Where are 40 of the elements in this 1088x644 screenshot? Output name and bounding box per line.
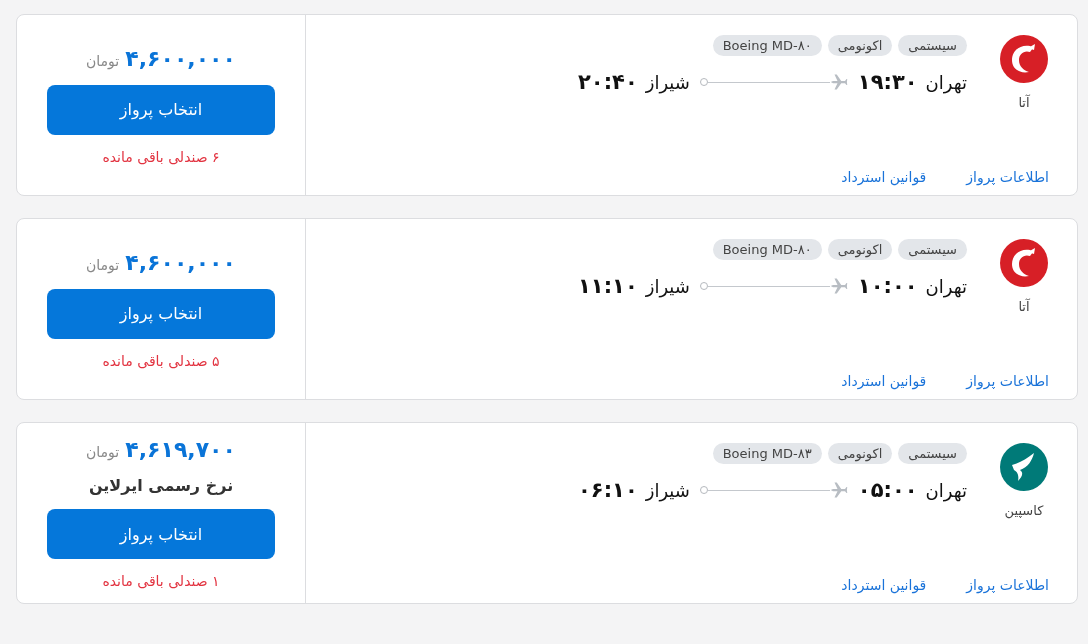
link[interactable]: قوانین استرداد <box>841 169 927 185</box>
link[interactable]: قوانین استرداد <box>841 577 927 593</box>
departure: تهران ۰۵:۰۰ <box>857 478 967 502</box>
seats-left: ۱ صندلی باقی مانده <box>102 573 220 589</box>
seats-left: ۵ صندلی باقی مانده <box>102 352 220 369</box>
link[interactable]: اطلاعات پرواز <box>966 373 1049 389</box>
select-flight-button[interactable]: انتخاب پرواز <box>47 84 275 135</box>
arrival: شیراز ۰۶:۱۰ <box>578 478 690 502</box>
link[interactable]: اطلاعات پرواز <box>966 169 1049 185</box>
tag: Boeing MD-۸۰ <box>712 35 822 56</box>
price: ۴,۶۱۹,۷۰۰ <box>125 437 236 462</box>
arrival: شیراز ۲۰:۴۰ <box>578 70 690 94</box>
departure: تهران ۱۹:۳۰ <box>857 70 967 94</box>
tag: سیستمی <box>898 35 967 56</box>
tag: اکونومی <box>827 35 893 56</box>
tag: اکونومی <box>827 443 893 464</box>
tag: Boeing MD-۸۳ <box>712 443 822 464</box>
select-flight-button[interactable]: انتخاب پرواز <box>47 509 275 559</box>
currency: تومان <box>86 444 120 460</box>
link[interactable]: قوانین استرداد <box>841 373 927 389</box>
airline-name: کاسپین <box>1004 503 1044 518</box>
seats-left: ۶ صندلی باقی مانده <box>102 148 220 165</box>
airplane-icon <box>829 481 848 499</box>
price: ۴,۶۰۰,۰۰۰ <box>125 45 236 71</box>
link[interactable]: اطلاعات پرواز <box>966 577 1049 593</box>
tag: سیستمی <box>898 443 967 464</box>
tag: سیستمی <box>898 239 967 260</box>
airline-name: آتا <box>1018 95 1030 110</box>
price: ۴,۶۰۰,۰۰۰ <box>125 249 236 275</box>
airplane-icon <box>829 277 848 295</box>
departure: تهران ۱۰:۰۰ <box>857 274 967 298</box>
select-flight-button[interactable]: انتخاب پرواز <box>47 288 275 339</box>
currency: تومان <box>86 52 120 69</box>
tag: Boeing MD-۸۰ <box>712 239 822 260</box>
airplane-icon <box>829 73 848 91</box>
tag: اکونومی <box>827 239 893 260</box>
airline-name: آتا <box>1018 299 1030 314</box>
fare-note: نرخ رسمی ایرلاین <box>88 476 234 495</box>
currency: تومان <box>86 256 120 273</box>
arrival: شیراز ۱۱:۱۰ <box>578 274 690 298</box>
